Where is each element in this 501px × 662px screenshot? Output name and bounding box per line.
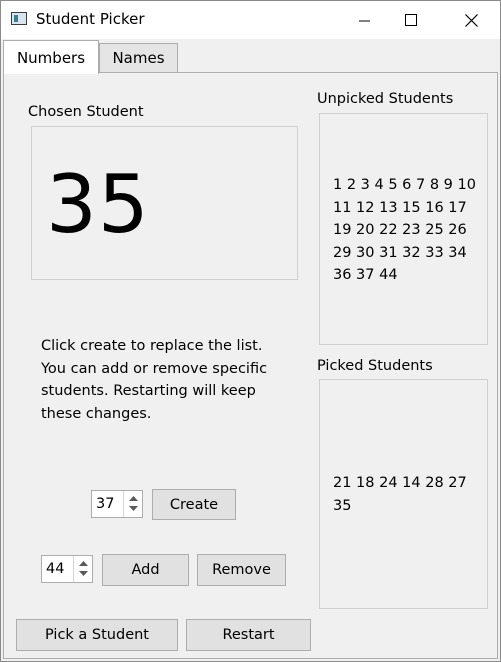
tab-numbers[interactable]: Numbers xyxy=(3,40,99,74)
spin-down-icon[interactable] xyxy=(129,506,138,512)
close-button[interactable] xyxy=(448,1,494,39)
add-button[interactable]: Add xyxy=(102,554,189,586)
spin-up-icon[interactable] xyxy=(79,561,88,567)
restart-button[interactable]: Restart xyxy=(186,619,311,651)
tab-names[interactable]: Names xyxy=(99,43,178,73)
picked-students-text: 21 18 24 14 28 27 35 xyxy=(333,475,467,514)
create-count-value[interactable]: 37 xyxy=(96,496,114,512)
maximize-button[interactable] xyxy=(388,1,434,39)
chosen-student-label: Chosen Student xyxy=(28,104,144,120)
chosen-student-number: 35 xyxy=(46,158,150,251)
student-number-stepper[interactable]: 44 xyxy=(41,555,93,583)
remove-button[interactable]: Remove xyxy=(197,554,286,586)
unpicked-students-label: Unpicked Students xyxy=(317,91,454,107)
title-bar[interactable]: Student Picker xyxy=(1,1,500,39)
create-count-arrows[interactable] xyxy=(123,491,142,517)
instructions-text: Click create to replace the list. You ca… xyxy=(41,338,268,422)
pick-student-button[interactable]: Pick a Student xyxy=(16,619,178,651)
spin-up-icon[interactable] xyxy=(129,496,138,502)
tab-content-numbers: Chosen Student 35 Unpicked Students 1 2 … xyxy=(3,72,498,659)
app-icon xyxy=(11,12,27,25)
picked-students-label: Picked Students xyxy=(317,358,433,374)
unpicked-students-list: 1 2 3 4 5 6 7 8 9 10 11 12 13 15 16 17 1… xyxy=(319,113,488,345)
tab-strip: Numbers Names xyxy=(1,39,500,74)
minimize-icon xyxy=(358,20,370,21)
student-number-value[interactable]: 44 xyxy=(46,561,64,577)
maximize-icon xyxy=(405,14,417,26)
create-count-stepper[interactable]: 37 xyxy=(91,490,143,518)
chosen-student-panel: 35 xyxy=(31,126,298,280)
minimize-button[interactable] xyxy=(341,1,387,39)
app-window: Student Picker Numbers Names Chosen Stud… xyxy=(0,0,501,662)
unpicked-students-text: 1 2 3 4 5 6 7 8 9 10 11 12 13 15 16 17 1… xyxy=(333,177,476,283)
create-button[interactable]: Create xyxy=(152,489,236,520)
window-title: Student Picker xyxy=(36,10,145,28)
picked-students-list: 21 18 24 14 28 27 35 xyxy=(319,379,488,609)
spin-down-icon[interactable] xyxy=(79,571,88,577)
student-number-arrows[interactable] xyxy=(73,556,92,582)
close-icon xyxy=(464,13,478,27)
